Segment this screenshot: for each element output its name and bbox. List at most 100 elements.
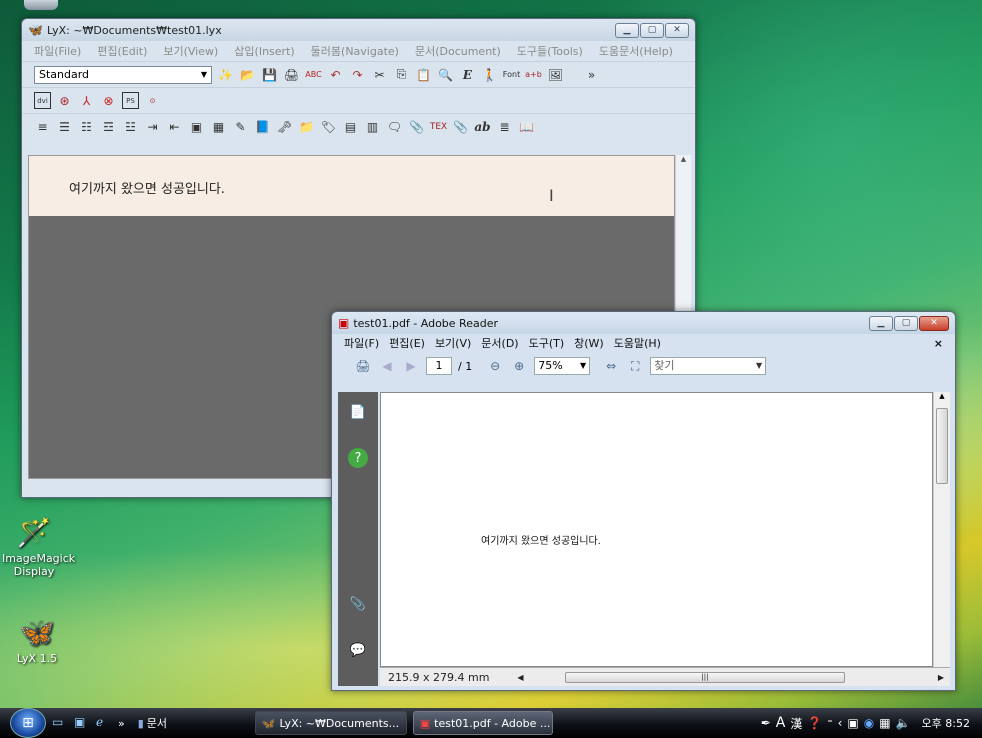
tray-expand-icon[interactable]: ‹ — [838, 716, 843, 730]
horizontal-scroll-thumb[interactable]: ||| — [565, 672, 845, 683]
find-replace-icon[interactable]: 🔍 — [437, 66, 454, 83]
comments-icon[interactable]: 💬 — [348, 640, 368, 660]
menu-document[interactable]: 문서(D) — [481, 335, 518, 351]
menu-help[interactable]: 도움문서(Help) — [599, 43, 673, 59]
insert-float-icon[interactable]: ▥ — [364, 118, 381, 135]
update-dvi-icon[interactable]: ⊛ — [56, 92, 73, 109]
minimize-button[interactable]: ▁ — [869, 315, 893, 331]
recycle-bin-icon[interactable] — [24, 0, 58, 10]
table-of-contents-icon[interactable]: 📖 — [518, 118, 535, 135]
menu-document[interactable]: 문서(Document) — [415, 43, 501, 59]
zoom-select[interactable]: 75% ▼ — [534, 357, 591, 375]
insert-figure-icon[interactable]: ▣ — [188, 118, 205, 135]
insert-index-icon[interactable]: 🗝 — [276, 118, 293, 135]
paragraph-settings-icon[interactable]: ≣ — [496, 118, 513, 135]
lyx-titlebar[interactable]: 🦋 LyX: ~₩Documents₩test01.lyx ▁ ▢ ✕ — [22, 19, 695, 41]
insert-link-icon[interactable]: ✎ — [232, 118, 249, 135]
menu-file[interactable]: 파일(F) — [344, 335, 379, 351]
insert-citation-icon[interactable]: 📘 — [254, 118, 271, 135]
pages-icon[interactable]: 📄 — [348, 402, 368, 422]
close-document-icon[interactable]: × — [934, 337, 943, 350]
update-ps-icon[interactable]: ⊙ — [144, 92, 161, 109]
update-pdf-icon[interactable]: ⊗ — [100, 92, 117, 109]
insert-note-icon[interactable]: 🗨 — [386, 118, 403, 135]
font-icon[interactable]: Font — [503, 66, 520, 83]
insert-include-icon[interactable]: 📎 — [452, 118, 469, 135]
language-a-icon[interactable]: A — [776, 715, 786, 731]
spellcheck-icon[interactable]: ABC — [305, 66, 322, 83]
adobe-titlebar[interactable]: ▣ test01.pdf - Adobe Reader ▁ ▢ ✕ — [332, 312, 955, 334]
description-list-icon[interactable]: ☲ — [100, 118, 117, 135]
text-style-icon[interactable]: ab — [474, 118, 491, 135]
new-document-icon[interactable]: ✨ — [217, 66, 234, 83]
zoom-out-icon[interactable]: ⊖ — [486, 357, 504, 375]
close-button[interactable]: ✕ — [665, 22, 689, 38]
pdf-page[interactable]: 여기까지 왔으면 성공입니다. — [380, 392, 933, 667]
connection-icon[interactable]: ▦ — [879, 716, 890, 730]
insert-table-icon[interactable]: ▦ — [210, 118, 227, 135]
hanja-icon[interactable]: 漢 — [790, 715, 802, 732]
indent-icon[interactable]: ☳ — [122, 118, 139, 135]
menu-insert[interactable]: 삽입(Insert) — [234, 43, 294, 59]
open-document-icon[interactable]: 📂 — [239, 66, 256, 83]
scroll-thumb[interactable] — [936, 408, 948, 484]
previous-page-icon[interactable]: ◀ — [378, 357, 396, 375]
undo-icon[interactable]: ↶ — [327, 66, 344, 83]
view-pdf-icon[interactable]: ⅄ — [78, 92, 95, 109]
insert-marginal-icon[interactable]: ▤ — [342, 118, 359, 135]
view-dvi-icon[interactable]: dvi — [34, 92, 51, 109]
menu-help[interactable]: 도움말(H) — [614, 335, 661, 351]
zoom-in-icon[interactable]: ⊕ — [510, 357, 528, 375]
help-icon[interactable]: ❓ — [807, 716, 822, 730]
fit-page-icon[interactable]: ⛶ — [626, 357, 644, 375]
start-button[interactable]: ⊞ — [10, 708, 46, 738]
numbered-list-icon[interactable]: ☷ — [78, 118, 95, 135]
depth-decrease-icon[interactable]: ⇤ — [166, 118, 183, 135]
security-icon[interactable]: ◉ — [864, 716, 874, 730]
taskbar-folder-button[interactable]: ▮ 문서 — [131, 711, 193, 735]
math-icon[interactable]: a+b — [525, 66, 542, 83]
scroll-right-arrow-icon[interactable]: ▶ — [938, 673, 944, 682]
print-icon[interactable]: 🖨 — [283, 66, 300, 83]
menu-edit[interactable]: 편집(Edit) — [97, 43, 147, 59]
cut-icon[interactable]: ✂ — [371, 66, 388, 83]
menu-view[interactable]: 보기(V) — [435, 335, 471, 351]
insert-footnote-icon[interactable]: 📁 — [298, 118, 315, 135]
menu-navigate[interactable]: 둘러봄(Navigate) — [311, 43, 399, 59]
insert-graphics-icon[interactable]: 🖼 — [547, 66, 564, 83]
menu-view[interactable]: 보기(View) — [163, 43, 218, 59]
minimize-button[interactable]: ▁ — [615, 22, 639, 38]
find-input[interactable]: 찾기 ▼ — [650, 357, 767, 375]
show-desktop-icon[interactable]: ▭ — [52, 715, 68, 731]
ime-options-icon[interactable]: ⁼ — [827, 718, 832, 729]
network-icon[interactable]: ▣ — [847, 716, 858, 730]
switch-windows-icon[interactable]: ▣ — [74, 715, 90, 731]
list-icon[interactable]: ≡ — [34, 118, 51, 135]
internet-explorer-icon[interactable]: ℯ — [96, 715, 112, 731]
emphasis-icon[interactable]: E — [459, 66, 476, 83]
redo-icon[interactable]: ↷ — [349, 66, 366, 83]
copy-icon[interactable]: ⎘ — [393, 66, 410, 83]
menu-tools[interactable]: 도구들(Tools) — [517, 43, 583, 59]
insert-url-icon[interactable]: 📎 — [408, 118, 425, 135]
save-icon[interactable]: 💾 — [261, 66, 278, 83]
ime-icon[interactable]: ✒ — [761, 716, 771, 730]
adobe-vertical-scrollbar[interactable]: ▲ — [933, 392, 950, 667]
menu-window[interactable]: 창(W) — [574, 335, 604, 351]
volume-icon[interactable]: 🔈 — [896, 716, 911, 730]
menu-tools[interactable]: 도구(T) — [529, 335, 565, 351]
menu-file[interactable]: 파일(File) — [34, 43, 81, 59]
quicklaunch-chevron-icon[interactable]: » — [118, 717, 125, 730]
maximize-button[interactable]: ▢ — [640, 22, 664, 38]
print-icon[interactable]: 🖨 — [354, 357, 372, 375]
scroll-up-arrow-icon[interactable]: ▲ — [934, 392, 950, 400]
help-icon[interactable]: ? — [348, 448, 368, 468]
lyx-text-paragraph[interactable]: 여기까지 왔으면 성공입니다. — [29, 156, 674, 216]
next-page-icon[interactable]: ▶ — [402, 357, 420, 375]
insert-tex-icon[interactable]: TEX — [430, 118, 447, 135]
close-button[interactable]: ✕ — [919, 315, 949, 331]
insert-label-icon[interactable]: 🏷 — [320, 118, 337, 135]
scroll-up-arrow-icon[interactable]: ▲ — [676, 155, 691, 163]
desktop-icon-imagemagick[interactable]: 🪄 ImageMagick Display — [2, 512, 75, 579]
scroll-left-arrow-icon[interactable]: ◀ — [517, 673, 523, 682]
